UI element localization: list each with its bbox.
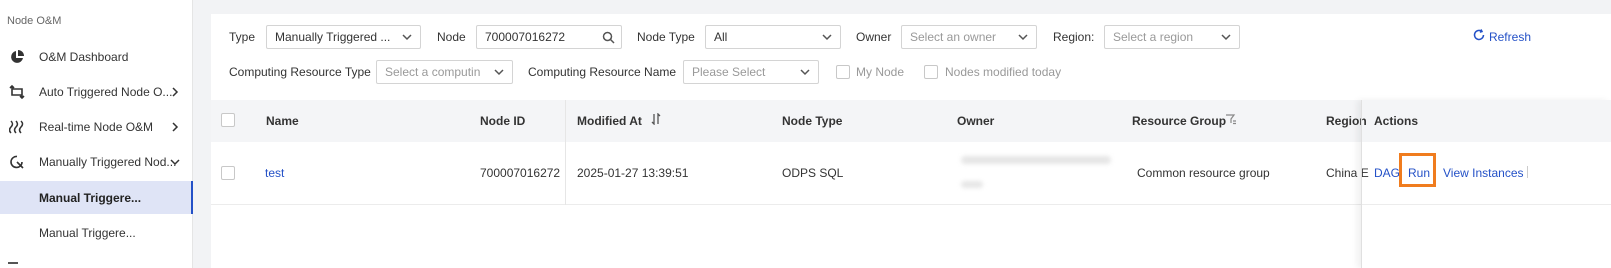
column-header-modified-at[interactable]: Modified At: [577, 100, 642, 142]
refresh-label: Refresh: [1488, 29, 1531, 44]
column-divider: [565, 100, 566, 205]
owner-cell-redacted: [961, 156, 1111, 164]
node-type-cell: ODPS SQL: [782, 166, 844, 180]
sidebar-item-label: Real-time Node O&M: [39, 120, 154, 134]
sidebar: Node O&M O&M Dashboard Auto Triggered No…: [0, 0, 193, 268]
modified-today-label: Nodes modified today: [945, 65, 1062, 79]
action-separator: [1527, 166, 1528, 178]
sidebar-subitem-manual-triggered-instances[interactable]: Manual Triggere...: [0, 216, 193, 249]
run-highlight-box: [1399, 153, 1436, 187]
computing-resource-name-select[interactable]: Please Select: [683, 60, 819, 84]
type-select-value: Manually Triggered ...: [275, 30, 391, 44]
computing-resource-type-select[interactable]: Select a computin: [376, 60, 513, 84]
sidebar-item-label: Auto Triggered Node O...: [39, 85, 173, 99]
sidebar-next-item-icon: [8, 262, 18, 268]
owner-cell-redacted: [961, 181, 983, 188]
filter-icon[interactable]: [1225, 100, 1237, 142]
select-all-checkbox[interactable]: [221, 113, 235, 127]
column-header-node-type: Node Type: [782, 114, 843, 128]
my-node-checkbox[interactable]: [836, 65, 850, 79]
node-search-value: 700007016272: [485, 30, 566, 44]
my-node-label: My Node: [856, 65, 905, 79]
chevron-down-icon: [814, 26, 840, 48]
stream-icon: [8, 118, 26, 136]
pie-chart-icon: [8, 48, 26, 66]
sidebar-item-label: Manually Triggered Nod...: [39, 155, 177, 169]
node-label: Node: [437, 30, 466, 44]
view-instances-link[interactable]: View Instances: [1443, 142, 1524, 205]
region-select[interactable]: Select a region: [1104, 25, 1240, 49]
chevron-down-icon: [1010, 26, 1036, 48]
sidebar-item-label: O&M Dashboard: [39, 50, 129, 64]
computing-resource-name-label: Computing Resource Name: [528, 65, 677, 79]
sidebar-item-auto-triggered[interactable]: Auto Triggered Node O...: [0, 75, 193, 109]
type-select[interactable]: Manually Triggered ...: [266, 25, 421, 49]
sidebar-item-manually-triggered[interactable]: Manually Triggered Nod...: [0, 145, 193, 179]
chevron-right-icon: [169, 121, 181, 133]
sidebar-subitem-label: Manual Triggere...: [39, 225, 136, 240]
region-placeholder: Select a region: [1113, 30, 1194, 44]
sidebar-section-title: Node O&M: [7, 15, 62, 27]
node-type-label: Node Type: [637, 30, 695, 44]
main-panel: Type Manually Triggered ... Node 7000070…: [211, 14, 1611, 268]
resource-group-cell: Common resource group: [1137, 166, 1270, 180]
search-icon[interactable]: [595, 26, 621, 48]
node-search-input[interactable]: 700007016272: [476, 25, 622, 49]
chevron-down-icon: [792, 61, 818, 83]
owner-select[interactable]: Select an owner: [901, 25, 1037, 49]
type-label: Type: [229, 30, 256, 44]
column-header-name: Name: [266, 114, 299, 128]
modified-today-checkbox[interactable]: [924, 65, 938, 79]
node-type-value: All: [714, 30, 728, 44]
dag-link[interactable]: DAG: [1374, 142, 1400, 205]
row-checkbox[interactable]: [221, 166, 235, 180]
sort-icon[interactable]: [651, 100, 661, 142]
refresh-button[interactable]: Refresh: [1473, 29, 1531, 44]
refresh-icon: [1473, 29, 1485, 44]
sidebar-item-om-dashboard[interactable]: O&M Dashboard: [0, 40, 193, 74]
computing-resource-type-label: Computing Resource Type: [229, 65, 371, 79]
modified-at-cell: 2025-01-27 13:39:51: [577, 166, 689, 180]
sidebar-item-realtime[interactable]: Real-time Node O&M: [0, 110, 193, 144]
chevron-down-icon: [394, 26, 420, 48]
owner-placeholder: Select an owner: [910, 30, 997, 44]
node-name-link[interactable]: test: [265, 142, 284, 205]
chevron-right-icon: [169, 86, 181, 98]
manual-trigger-icon: [8, 153, 26, 171]
chevron-down-icon: [169, 156, 181, 168]
node-type-select[interactable]: All: [705, 25, 841, 49]
chevron-down-icon: [486, 61, 512, 83]
column-header-owner: Owner: [957, 114, 995, 128]
computing-resource-type-placeholder: Select a computin: [385, 65, 481, 79]
cycle-icon: [8, 83, 26, 101]
chevron-down-icon: [1213, 26, 1239, 48]
computing-resource-name-placeholder: Please Select: [692, 65, 766, 79]
column-header-node-id: Node ID: [480, 114, 526, 128]
region-label: Region:: [1053, 30, 1095, 44]
sidebar-subitem-manual-triggered-nodes[interactable]: Manual Triggere...: [0, 181, 193, 214]
column-header-resource-group: Resource Group: [1132, 114, 1227, 128]
sidebar-subitem-label: Manual Triggere...: [39, 190, 142, 205]
node-id-cell: 700007016272: [480, 166, 561, 180]
owner-label: Owner: [856, 30, 892, 44]
